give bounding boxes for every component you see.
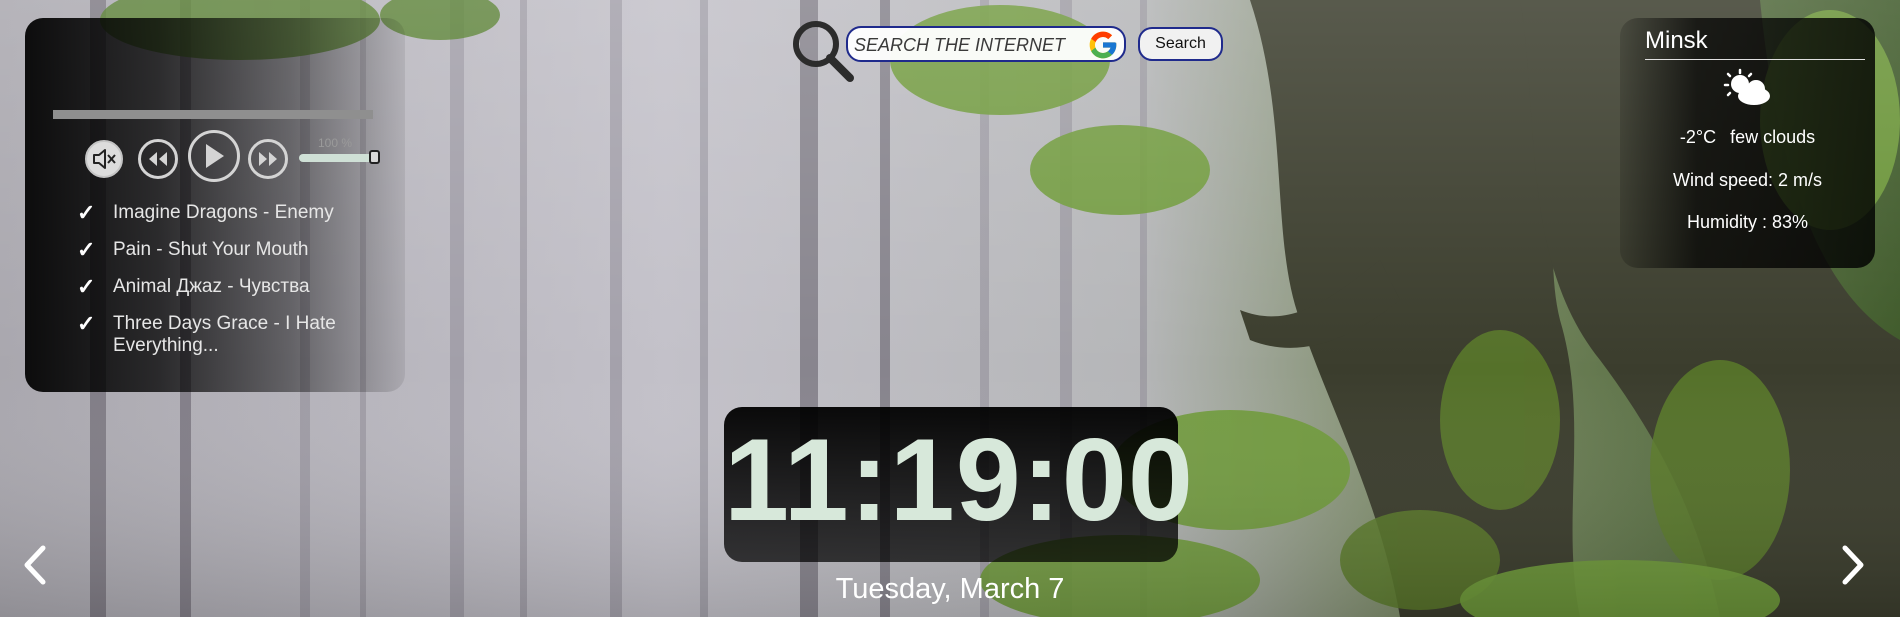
chevron-right-icon[interactable] <box>1833 542 1873 588</box>
playlist-item[interactable]: ✓ Animal Джаz - Чувства <box>75 276 405 298</box>
temperature-value: -2°C <box>1679 127 1717 147</box>
playlist-item[interactable]: ✓ Three Days Grace - I Hate Everything..… <box>75 313 405 357</box>
clock-time: 11:19:00 <box>724 414 1194 545</box>
search-field <box>846 26 1126 62</box>
search-button[interactable]: Search <box>1138 27 1223 61</box>
humidity: Humidity : 83% <box>1686 212 1809 232</box>
fast-forward-icon <box>259 152 277 166</box>
mute-button[interactable] <box>85 140 123 178</box>
playlist: ✓ Imagine Dragons - Enemy ✓ Pain - Shut … <box>75 202 405 372</box>
date-label: Tuesday, March 7 <box>835 573 1065 605</box>
playlist-item[interactable]: ✓ Pain - Shut Your Mouth <box>75 239 405 261</box>
clock-panel: 11:19:00 <box>724 407 1194 562</box>
track-title: Imagine Dragons - Enemy <box>113 202 334 223</box>
check-icon: ✓ <box>77 274 96 299</box>
few-clouds-icon <box>1723 68 1770 105</box>
track-title: Three Days Grace - I Hate Everything... <box>113 313 336 356</box>
track-progress-bar[interactable] <box>53 110 373 119</box>
fast-forward-button[interactable] <box>248 139 288 179</box>
weather-description: few clouds <box>1730 127 1816 147</box>
audio-player: 100 % ✓ Imagine Dragons - Enemy ✓ Pain -… <box>25 18 405 392</box>
play-button[interactable] <box>188 130 240 182</box>
google-icon[interactable] <box>1087 29 1119 61</box>
check-icon: ✓ <box>77 311 96 336</box>
volume-knob[interactable] <box>369 150 380 164</box>
track-title: Pain - Shut Your Mouth <box>113 239 309 260</box>
search-bar: Search <box>790 14 1230 84</box>
rewind-button[interactable] <box>138 139 178 179</box>
temperature-line: -2°C few clouds <box>1620 127 1875 148</box>
check-icon: ✓ <box>77 237 96 262</box>
search-input[interactable] <box>854 33 1082 57</box>
rewind-icon <box>149 152 167 166</box>
wind-speed: Wind speed: 2 m/s <box>1672 170 1823 190</box>
volume-label: 100 % <box>317 136 353 150</box>
playlist-item[interactable]: ✓ Imagine Dragons - Enemy <box>75 202 405 224</box>
mute-icon <box>93 149 116 169</box>
check-icon: ✓ <box>77 200 96 225</box>
app-scene: Search 100 % <box>0 0 1900 617</box>
volume-slider[interactable] <box>299 150 380 164</box>
weather-widget: Minsk -2°C few clouds Wind speed: 2 m/s H… <box>1620 18 1875 268</box>
play-icon <box>206 144 224 168</box>
track-title: Animal Джаz - Чувства <box>113 276 310 297</box>
chevron-left-icon[interactable] <box>15 542 55 588</box>
city-name[interactable]: Minsk <box>1645 23 1865 60</box>
